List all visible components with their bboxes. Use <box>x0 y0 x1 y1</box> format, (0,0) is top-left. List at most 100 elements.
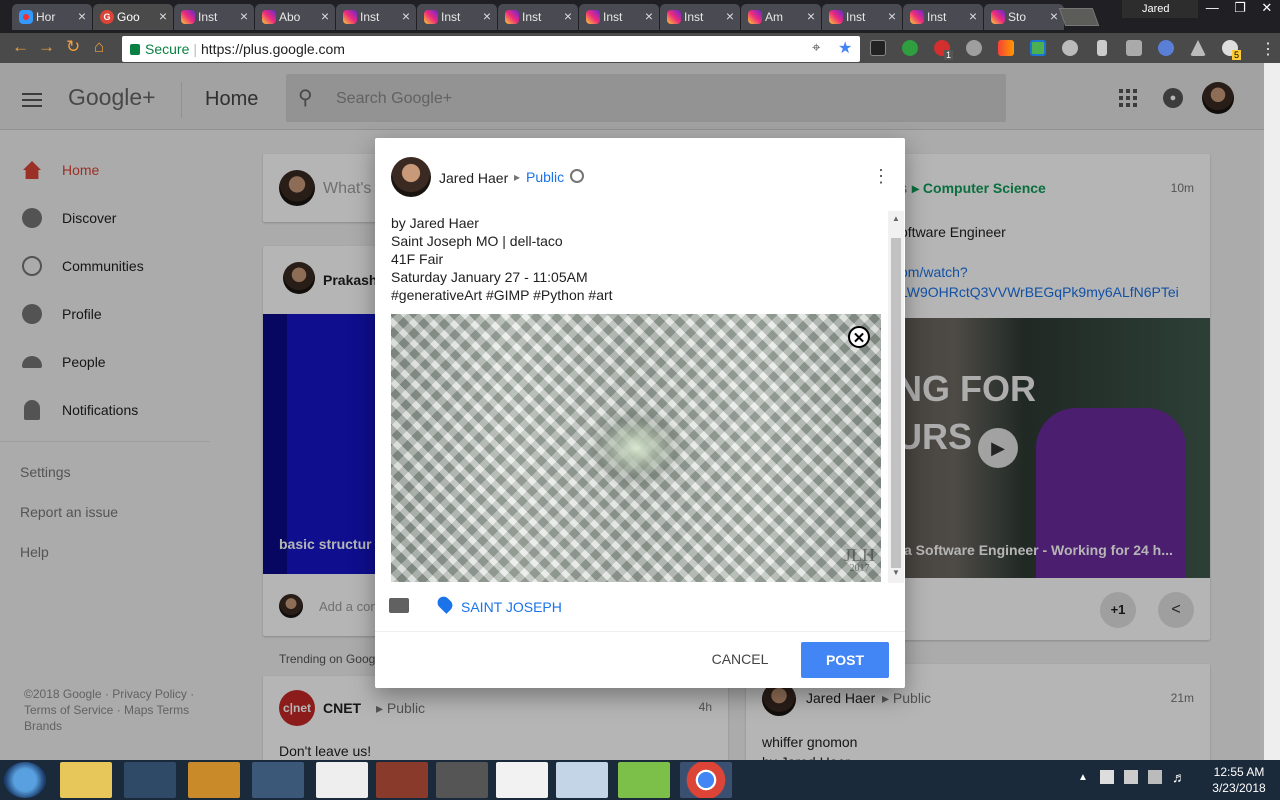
tab-close-icon[interactable]: × <box>888 8 896 24</box>
tab-close-icon[interactable]: × <box>483 8 491 24</box>
attached-image: ✕ JLH 2017 <box>391 314 881 582</box>
paint-icon[interactable] <box>556 762 608 798</box>
close-window-icon[interactable]: ✕ <box>1261 0 1272 20</box>
extension-icon[interactable] <box>998 40 1014 56</box>
notepad-plus-icon[interactable] <box>618 762 670 798</box>
tab-label: Goo <box>117 10 140 24</box>
extension-icon[interactable] <box>1062 40 1078 56</box>
tab-close-icon[interactable]: × <box>402 8 410 24</box>
reload-icon[interactable]: ↻ <box>66 38 80 56</box>
tab-label: Inst <box>198 10 218 24</box>
tab[interactable]: Inst × <box>336 4 416 30</box>
chrome-menu-icon[interactable]: ⋮ <box>1260 39 1276 59</box>
tab[interactable]: Sto × <box>984 4 1064 30</box>
tab-close-icon[interactable]: × <box>321 8 329 24</box>
camera-icon[interactable] <box>389 598 409 613</box>
extension-icon[interactable] <box>966 40 982 56</box>
gimp-icon[interactable] <box>436 762 488 798</box>
address-bar[interactable]: Secure | https://plus.google.com ⌖ ★ <box>122 36 860 62</box>
instagram-icon <box>991 10 1005 24</box>
chrome-taskbar-icon[interactable] <box>680 762 732 798</box>
instagram-icon <box>586 10 600 24</box>
tab-close-icon[interactable]: × <box>726 8 734 24</box>
globe-icon <box>570 169 584 183</box>
tab-close-icon[interactable]: × <box>1050 8 1058 24</box>
taskbar-app-icon[interactable] <box>188 762 240 798</box>
ipython-icon[interactable] <box>496 762 548 798</box>
tab[interactable]: Abo × <box>255 4 335 30</box>
tab-close-icon[interactable]: × <box>78 8 86 24</box>
network-icon[interactable] <box>1124 770 1138 784</box>
extension-icon[interactable] <box>1030 40 1046 56</box>
tab-label: Inst <box>441 10 461 24</box>
visibility-selector[interactable]: Public <box>526 169 564 185</box>
windows-taskbar: ▲ ♬ 12:55 AM 3/23/2018 <box>0 760 1280 800</box>
author-avatar <box>391 157 431 197</box>
minimize-icon[interactable]: — <box>1206 0 1219 20</box>
google-plus-icon: G <box>100 10 114 24</box>
scroll-down-arrow-icon[interactable]: ▼ <box>892 568 900 577</box>
location-link[interactable]: SAINT JOSEPH <box>461 599 562 615</box>
taskbar-app-icon[interactable] <box>376 762 428 798</box>
cancel-button[interactable]: CANCEL <box>695 642 785 676</box>
tab-close-icon[interactable]: × <box>807 8 815 24</box>
post-body-line: #generativeArt #GIMP #Python #art <box>391 287 613 303</box>
taskbar-app-icon[interactable] <box>252 762 304 798</box>
drive-icon[interactable] <box>1190 40 1206 56</box>
dialog-scroll-thumb[interactable] <box>891 238 901 568</box>
tab[interactable]: Hor × <box>12 4 92 30</box>
tab-label: Inst <box>360 10 380 24</box>
share-post-dialog: Jared Haer ▸ Public ⋮ by Jared Haer Sain… <box>375 138 905 688</box>
tab[interactable]: Inst × <box>498 4 578 30</box>
tab-close-icon[interactable]: × <box>645 8 653 24</box>
post-body[interactable]: by Jared Haer Saint Joseph MO | dell-tac… <box>391 214 613 304</box>
volume-icon[interactable]: ♬ <box>1172 769 1186 785</box>
page-scrollbar[interactable] <box>1264 63 1280 760</box>
tab-close-icon[interactable]: × <box>159 8 167 24</box>
clock-date: 3/23/2018 <box>1212 781 1266 795</box>
tab[interactable]: Am × <box>741 4 821 30</box>
scroll-up-arrow-icon[interactable]: ▲ <box>892 214 900 223</box>
microphone-icon[interactable] <box>1097 40 1107 56</box>
tab[interactable]: G Goo × <box>93 4 173 30</box>
back-icon[interactable]: ← <box>12 38 29 56</box>
extension-icon[interactable] <box>1158 40 1174 56</box>
tab-label: Hor <box>36 10 56 24</box>
home-browser-icon[interactable]: ⌂ <box>94 38 104 56</box>
tray-icon[interactable] <box>1100 770 1114 784</box>
start-button[interactable] <box>4 762 46 798</box>
tab[interactable]: Inst × <box>579 4 659 30</box>
tab[interactable]: Inst × <box>417 4 497 30</box>
forward-icon[interactable]: → <box>38 38 55 56</box>
tray-icon[interactable] <box>1148 770 1162 784</box>
post-button[interactable]: POST <box>801 642 889 678</box>
tab-close-icon[interactable]: × <box>564 8 572 24</box>
tab[interactable]: Inst × <box>903 4 983 30</box>
extension-icon[interactable] <box>870 40 886 56</box>
location-target-icon[interactable]: ⌖ <box>812 39 820 56</box>
system-clock[interactable]: 12:55 AM 3/23/2018 <box>1198 764 1280 796</box>
tray-expand-icon[interactable]: ▲ <box>1078 772 1088 783</box>
tab[interactable]: Inst × <box>660 4 740 30</box>
tab[interactable]: Inst × <box>174 4 254 30</box>
taskbar-app-icon[interactable] <box>316 762 368 798</box>
restore-icon[interactable]: ❐ <box>1234 0 1246 20</box>
url-text: https://plus.google.com <box>201 41 345 57</box>
instagram-icon <box>343 10 357 24</box>
tab-close-icon[interactable]: × <box>969 8 977 24</box>
extension-icon[interactable] <box>902 40 918 56</box>
instagram-icon <box>262 10 276 24</box>
taskbar-app-icon[interactable] <box>124 762 176 798</box>
browser-profile-button[interactable]: Jared <box>1122 0 1198 18</box>
dialog-divider <box>375 631 905 632</box>
file-explorer-icon[interactable] <box>60 762 112 798</box>
tab[interactable]: Inst × <box>822 4 902 30</box>
tab-close-icon[interactable]: × <box>240 8 248 24</box>
new-tab-button[interactable] <box>1058 8 1100 26</box>
remove-image-icon[interactable]: ✕ <box>848 326 870 348</box>
instagram-icon <box>505 10 519 24</box>
more-options-icon[interactable]: ⋮ <box>872 166 890 187</box>
extension-icon[interactable] <box>1126 40 1142 56</box>
bookmark-star-icon[interactable]: ★ <box>838 38 852 58</box>
profile-name: Jared <box>1142 3 1170 15</box>
